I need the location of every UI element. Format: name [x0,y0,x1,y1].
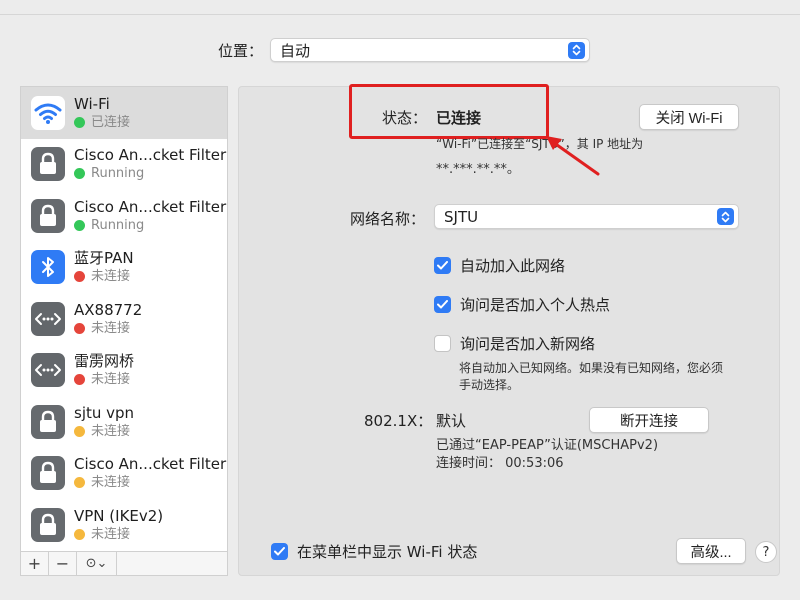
dot1x-value: 默认 [436,412,467,430]
status-dot [74,528,85,540]
ask-hotspot-label: 询问是否加入个人热点 [460,296,611,314]
service-status: Running [91,217,145,233]
location-value: 自动 [280,41,311,60]
dot1x-label: 802.1X： [364,412,433,430]
service-name: Cisco An...cket Filter [74,197,227,216]
service-name: sjtu vpn [74,403,135,422]
options-note: 将自动加入已知网络。如果没有已知网络，您必须 [459,361,724,375]
help-button[interactable]: ? [755,541,777,563]
dot1x-auth-detail: 已通过“EAP-PEAP”认证(MSCHAPv2) [436,438,659,453]
lock-icon [31,198,65,233]
location-label: 位置： [218,42,264,60]
service-name: AX88772 [74,300,143,319]
service-item-sjtu-vpn[interactable]: sjtu vpn 未连接 [21,396,227,448]
ethernet-icon [31,353,65,388]
location-select[interactable]: 自动 [270,38,590,62]
service-status: 未连接 [91,526,131,542]
auto-join-option[interactable]: 自动加入此网络 [434,255,565,276]
ask-new-network-option[interactable]: 询问是否加入新网络 [434,333,595,354]
service-item-thunderbolt-bridge[interactable]: 雷雳网桥 未连接 [21,345,227,397]
advanced-button[interactable]: 高级... [676,538,746,564]
ethernet-icon [31,301,65,336]
service-status: 已连接 [91,114,131,130]
wifi-icon [31,95,65,130]
ip-address: **.***.**.**。 [436,162,520,177]
service-name: 雷雳网桥 [74,352,135,371]
updown-chevron-icon [717,208,734,225]
show-in-menubar-label: 在菜单栏中显示 Wi-Fi 状态 [297,543,478,561]
add-service-button[interactable]: + [21,551,49,576]
service-item-cisco-filter[interactable]: Cisco An...cket Filter 未连接 [21,448,227,500]
service-item-bluetooth-pan[interactable]: 蓝牙PAN 未连接 [21,242,227,294]
service-item-cisco-filter[interactable]: Cisco An...cket Filter Running [21,190,227,242]
service-status: 未连接 [91,423,131,439]
top-divider [0,14,800,15]
status-dot [74,477,85,489]
service-status: 未连接 [91,372,131,388]
service-name: 蓝牙PAN [74,249,134,268]
network-name-value: SJTU [444,207,479,226]
options-note-cont: 手动选择。 [459,378,520,392]
checkbox-checked-icon[interactable] [271,543,288,560]
lock-icon [31,456,65,491]
ask-hotspot-option[interactable]: 询问是否加入个人热点 [434,294,610,315]
connection-time: 连接时间： 00:53:06 [436,456,564,471]
status-dot [74,116,85,128]
service-status: 未连接 [91,475,131,491]
lock-icon [31,404,65,439]
checkbox-checked-icon[interactable] [434,257,451,274]
service-item-vpn-ikev2[interactable]: VPN (IKEv2) 未连接 [21,499,227,551]
checkbox-checked-icon[interactable] [434,296,451,313]
service-name: Cisco An...cket Filter [74,146,227,165]
updown-chevron-icon [568,41,585,59]
status-dot [74,271,85,283]
status-dot [74,425,85,437]
service-status: 未连接 [91,269,131,285]
show-in-menubar-option[interactable]: 在菜单栏中显示 Wi-Fi 状态 [271,541,477,562]
checkbox-unchecked-icon[interactable] [434,335,451,352]
network-name-select[interactable]: SJTU [434,204,739,229]
network-name-label: 网络名称： [350,210,426,228]
remove-service-button[interactable]: − [49,551,77,576]
service-list[interactable]: Wi-Fi 已连接 Cisco An...cket Filter Running… [20,86,228,552]
ask-new-network-label: 询问是否加入新网络 [460,335,596,353]
status-dot [74,322,85,334]
status-dot [74,168,85,180]
red-arrow-icon [546,136,600,176]
lock-icon [31,507,65,542]
status-dot [74,374,85,386]
highlight-box [349,84,549,139]
turn-off-wifi-button[interactable]: 关闭 Wi-Fi [639,104,739,130]
bluetooth-icon [31,250,65,285]
service-status: Running [91,166,145,182]
more-actions-button[interactable]: ⊙⌄ [77,551,117,576]
service-name: Wi-Fi [74,94,110,113]
lock-icon [31,147,65,182]
service-item-ax88772[interactable]: AX88772 未连接 [21,293,227,345]
service-item-wifi[interactable]: Wi-Fi 已连接 [21,87,227,139]
disconnect-button[interactable]: 断开连接 [589,407,709,433]
auto-join-label: 自动加入此网络 [460,257,566,275]
status-dot [74,219,85,231]
service-item-cisco-filter[interactable]: Cisco An...cket Filter Running [21,139,227,191]
service-status: 未连接 [91,320,131,336]
service-list-toolbar: + − ⊙⌄ [20,551,228,576]
service-name: Cisco An...cket Filter [74,455,227,474]
wifi-detail-panel [238,86,780,576]
service-name: VPN (IKEv2) [74,506,164,525]
